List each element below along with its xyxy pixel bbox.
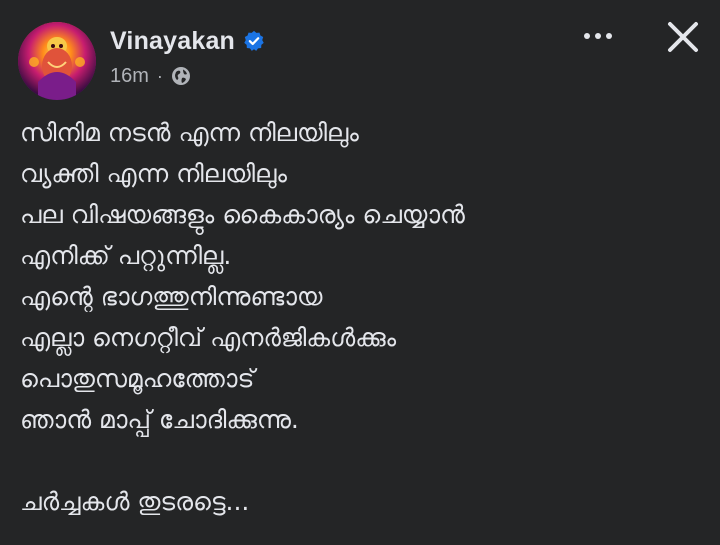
post-text-line: പൊതുസമൂഹത്തോട് xyxy=(20,364,255,393)
globe-icon[interactable] xyxy=(171,66,191,86)
post-meta: 16m · xyxy=(110,63,191,89)
more-horizontal-icon-dot xyxy=(606,33,612,39)
avatar-image xyxy=(18,22,96,100)
meta-separator: · xyxy=(156,65,163,86)
facebook-post: Vinayakan 16m · സിനിമ നടൻ എന്ന നിലയിലും … xyxy=(0,0,720,545)
post-text-line: പല വിഷയങ്ങളും കൈകാര്യം ചെയ്യാൻ xyxy=(20,200,465,229)
author-name[interactable]: Vinayakan xyxy=(110,27,235,56)
author-row: Vinayakan xyxy=(110,24,265,58)
post-text-line: എനിക്ക് പറ്റുന്നില്ല. xyxy=(20,241,232,270)
post-text-line: ഞാൻ മാപ്പ് ചോദിക്കുന്നു. xyxy=(20,405,299,434)
more-horizontal-icon-dot xyxy=(584,33,590,39)
close-icon xyxy=(668,22,698,52)
post-time[interactable]: 16m xyxy=(110,65,149,88)
close-button[interactable] xyxy=(660,14,706,60)
post-body: സിനിമ നടൻ എന്ന നിലയിലും വ്യക്തി എന്ന നില… xyxy=(20,112,700,522)
post-text-line: എല്ലാ നെഗറ്റീവ് എനർജികൾക്കും xyxy=(20,323,397,352)
post-text-line: സിനിമ നടൻ എന്ന നിലയിലും xyxy=(20,118,359,147)
more-options-button[interactable] xyxy=(570,18,626,54)
post-text-line: വ്യക്തി എന്ന നിലയിലും xyxy=(20,159,287,188)
more-horizontal-icon-dot xyxy=(595,33,601,39)
post-text-line: എന്റെ ഭാഗത്തുനിന്നുണ്ടായ xyxy=(20,282,323,311)
avatar[interactable] xyxy=(18,22,96,100)
verified-badge-icon xyxy=(243,30,265,52)
post-closing-line: ചർച്ചകൾ തുടരട്ടെ... xyxy=(20,487,250,516)
